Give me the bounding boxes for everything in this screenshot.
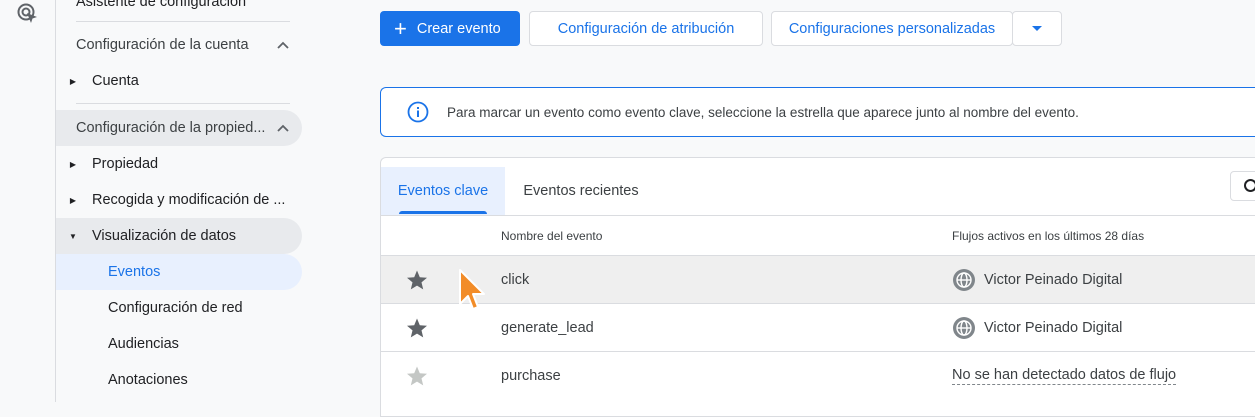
- left-rail: [0, 0, 56, 402]
- info-icon: [407, 101, 429, 123]
- caret-right-icon: ▶: [69, 159, 77, 169]
- custom-settings-dropdown-button[interactable]: [1012, 11, 1062, 46]
- info-banner-text: Para marcar un evento como evento clave,…: [447, 104, 1079, 120]
- globe-icon: [953, 269, 975, 291]
- sidebar-item-annotations[interactable]: Anotaciones: [56, 362, 302, 398]
- mouse-cursor-icon: [459, 269, 485, 310]
- tab-active-indicator: [399, 211, 487, 214]
- tab-recent-events[interactable]: Eventos recientes: [505, 167, 657, 215]
- info-banner: Para marcar un evento como evento clave,…: [380, 87, 1255, 137]
- star-icon[interactable]: [405, 316, 429, 340]
- sidebar-item-setup-assistant[interactable]: Asistente de configuración: [56, 0, 302, 20]
- caret-down-icon: ▼: [69, 231, 77, 241]
- column-header-event-name: Nombre del evento: [501, 229, 603, 243]
- tab-key-events[interactable]: Eventos clave: [381, 167, 505, 215]
- search-icon: [1244, 179, 1255, 192]
- event-name: generate_lead: [501, 320, 594, 336]
- admin-cursor-icon[interactable]: [16, 2, 40, 26]
- sidebar-section-account[interactable]: Configuración de la cuenta: [56, 27, 302, 63]
- caret-right-icon: ▶: [69, 76, 77, 86]
- table-row[interactable]: purchase No se han detectado datos de fl…: [381, 351, 1255, 400]
- caret-right-icon: ▶: [69, 195, 77, 205]
- column-header-active-flows: Flujos activos en los últimos 28 días: [952, 229, 1145, 243]
- chevron-up-icon: [276, 27, 290, 63]
- sidebar-divider: [76, 21, 290, 22]
- sidebar-item-events[interactable]: Eventos: [56, 254, 302, 290]
- event-flow: Victor Peinado Digital: [952, 304, 1122, 352]
- create-event-button[interactable]: + Crear evento: [380, 11, 520, 46]
- table-row[interactable]: generate_lead Victor Peinado Digital: [381, 303, 1255, 352]
- sidebar-item-data-collection[interactable]: ▶ Recogida y modificación de ...: [56, 182, 302, 218]
- custom-settings-button[interactable]: Configuraciones personalizadas: [771, 11, 1013, 46]
- tabs-divider: [381, 215, 1255, 216]
- main-content: + Crear evento Configuración de atribuci…: [306, 0, 1255, 417]
- sidebar-section-property[interactable]: Configuración de la propied...: [56, 110, 302, 146]
- event-name: purchase: [501, 368, 561, 384]
- sidebar-item-property[interactable]: ▶ Propiedad: [56, 146, 302, 182]
- sidebar-divider: [76, 103, 290, 104]
- star-outline-icon[interactable]: [405, 364, 429, 388]
- sidebar-item-data-display[interactable]: ▼ Visualización de datos: [56, 218, 302, 254]
- events-card: Eventos clave Eventos recientes Nombre d…: [380, 157, 1255, 417]
- admin-sidebar: Asistente de configuración Configuración…: [56, 0, 306, 402]
- sidebar-item-audiences[interactable]: Audiencias: [56, 326, 302, 362]
- globe-icon: [953, 317, 975, 339]
- attribution-settings-button[interactable]: Configuración de atribución: [529, 11, 763, 46]
- sidebar-item-account[interactable]: ▶ Cuenta: [56, 63, 302, 99]
- caret-down-icon: [1032, 25, 1042, 31]
- event-name: click: [501, 272, 530, 288]
- search-button[interactable]: [1230, 171, 1255, 201]
- sidebar-item-network-settings[interactable]: Configuración de red: [56, 290, 302, 326]
- chevron-up-icon: [276, 110, 290, 146]
- star-icon[interactable]: [405, 268, 429, 292]
- table-row[interactable]: click Victor Peinado Digital: [381, 255, 1255, 304]
- event-flow-empty[interactable]: No se han detectado datos de flujo: [952, 352, 1177, 400]
- plus-icon: +: [394, 15, 407, 41]
- event-flow: Victor Peinado Digital: [952, 256, 1122, 304]
